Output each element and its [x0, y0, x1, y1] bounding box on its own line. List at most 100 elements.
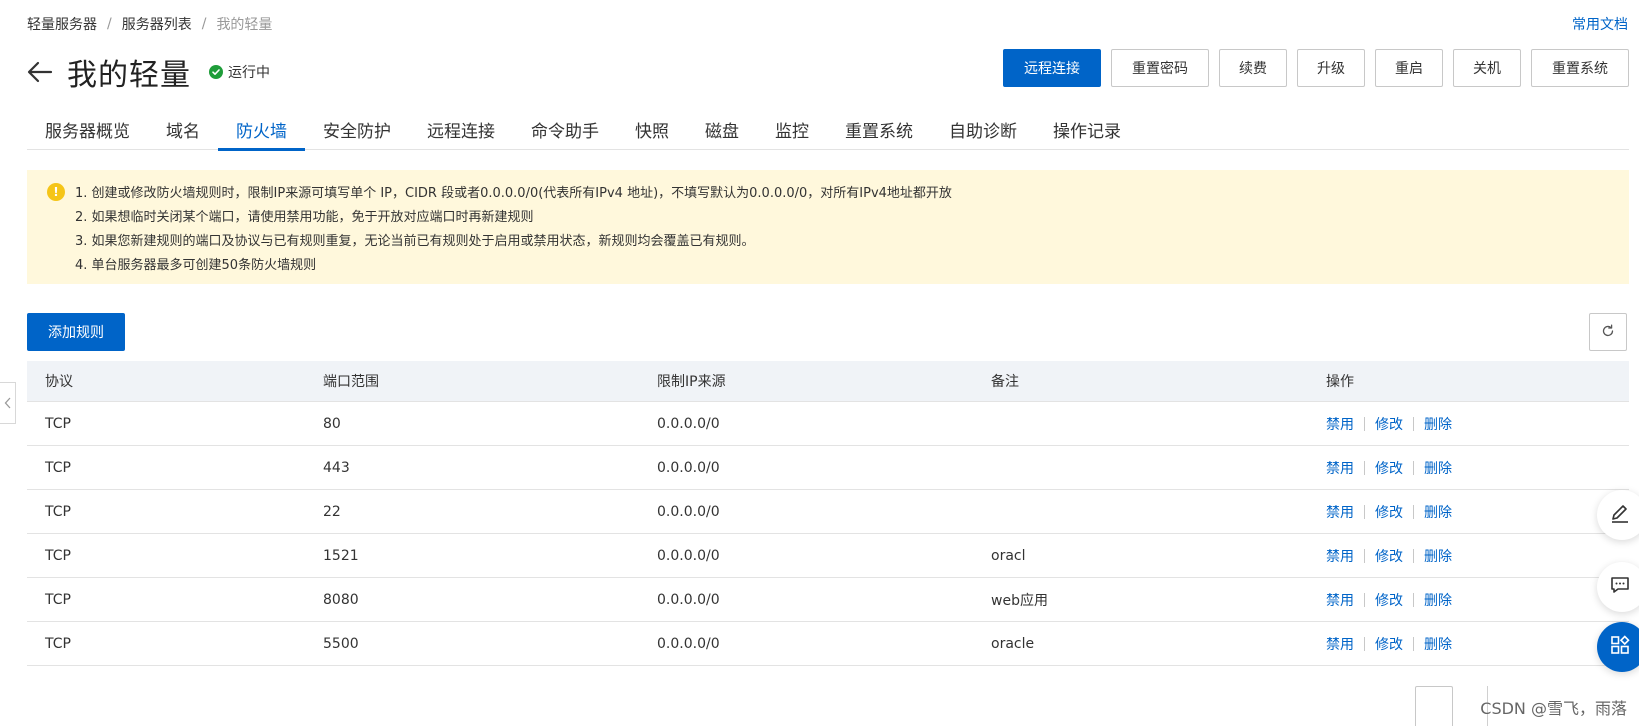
common-docs-link[interactable]: 常用文档	[1572, 14, 1628, 34]
apps-button[interactable]	[1597, 622, 1639, 672]
action-bar: 远程连接 重置密码 续费 升级 重启 关机 重置系统	[993, 49, 1629, 87]
cell-ops: 禁用 修改 删除	[1308, 458, 1629, 478]
table-row: TCP 1521 0.0.0.0/0 oracl 禁用 修改 删除	[27, 534, 1629, 578]
tab-remote-connect[interactable]: 远程连接	[409, 108, 513, 150]
edit-link[interactable]: 修改	[1375, 458, 1403, 478]
cell-protocol: TCP	[45, 459, 71, 476]
cell-ops: 禁用 修改 删除	[1308, 546, 1629, 566]
delete-link[interactable]: 删除	[1424, 634, 1452, 654]
tab-command-assistant[interactable]: 命令助手	[513, 108, 617, 150]
firewall-rules-table: 协议 端口范围 限制IP来源 备注 操作 TCP 80 0.0.0.0/0 禁用…	[27, 361, 1629, 666]
cell-ops: 禁用 修改 删除	[1308, 502, 1629, 522]
cell-protocol: TCP	[45, 635, 71, 652]
disable-link[interactable]: 禁用	[1326, 502, 1354, 522]
warning-icon: !	[47, 183, 65, 201]
reset-system-button[interactable]: 重置系统	[1531, 49, 1629, 87]
disable-link[interactable]: 禁用	[1326, 590, 1354, 610]
table-header: 协议 端口范围 限制IP来源 备注 操作	[27, 361, 1629, 402]
cell-port: 5500	[323, 635, 359, 652]
reset-password-button[interactable]: 重置密码	[1111, 49, 1209, 87]
upgrade-button[interactable]: 升级	[1297, 49, 1365, 87]
breadcrumb-item-server-list[interactable]: 服务器列表	[122, 14, 192, 34]
tab-firewall[interactable]: 防火墙	[218, 108, 305, 151]
status-badge: 运行中	[209, 62, 270, 82]
edit-link[interactable]: 修改	[1375, 546, 1403, 566]
tab-domain[interactable]: 域名	[148, 108, 218, 150]
notice-lines: 1. 创建或修改防火墙规则时，限制IP来源可填写单个 IP，CIDR 段或者0.…	[75, 182, 952, 273]
renew-button[interactable]: 续费	[1219, 49, 1287, 87]
edit-link[interactable]: 修改	[1375, 414, 1403, 434]
shutdown-button[interactable]: 关机	[1453, 49, 1521, 87]
divider	[1364, 592, 1365, 607]
breadcrumb-separator: /	[107, 16, 112, 32]
cell-port: 8080	[323, 591, 359, 608]
header-protocol: 协议	[45, 374, 73, 390]
cell-source: 0.0.0.0/0	[657, 635, 720, 652]
disable-link[interactable]: 禁用	[1326, 634, 1354, 654]
edit-pen-icon	[1609, 502, 1631, 528]
cell-ops: 禁用 修改 删除	[1308, 634, 1629, 654]
back-arrow-icon[interactable]	[27, 58, 55, 86]
notice-line: 2. 如果想临时关闭某个端口，请使用禁用功能，免于开放对应端口时再新建规则	[75, 210, 534, 225]
tab-disk[interactable]: 磁盘	[687, 108, 757, 150]
cell-protocol: TCP	[45, 591, 71, 608]
table-row: TCP 22 0.0.0.0/0 禁用 修改 删除	[27, 490, 1629, 534]
cell-note: oracle	[991, 635, 1035, 652]
notice-line: 4. 单台服务器最多可创建50条防火墙规则	[75, 258, 317, 273]
disable-link[interactable]: 禁用	[1326, 458, 1354, 478]
divider	[1413, 548, 1414, 563]
cell-ops: 禁用 修改 删除	[1308, 414, 1629, 434]
divider	[1364, 636, 1365, 651]
refresh-button[interactable]	[1589, 313, 1627, 351]
tab-snapshot[interactable]: 快照	[617, 108, 687, 150]
table-row: TCP 443 0.0.0.0/0 禁用 修改 删除	[27, 446, 1629, 490]
pagination-button[interactable]	[1415, 686, 1453, 726]
cell-protocol: TCP	[45, 547, 71, 564]
tab-self-diagnosis[interactable]: 自助诊断	[931, 108, 1035, 150]
divider	[1413, 636, 1414, 651]
divider	[1364, 460, 1365, 475]
delete-link[interactable]: 删除	[1424, 590, 1452, 610]
delete-link[interactable]: 删除	[1424, 414, 1452, 434]
add-rule-button[interactable]: 添加规则	[27, 313, 125, 351]
disable-link[interactable]: 禁用	[1326, 546, 1354, 566]
breadcrumb-item-current: 我的轻量	[216, 17, 273, 33]
cell-note: oracl	[991, 547, 1026, 564]
check-circle-icon	[209, 65, 223, 79]
table-row: TCP 8080 0.0.0.0/0 web应用 禁用 修改 删除	[27, 578, 1629, 622]
cell-source: 0.0.0.0/0	[657, 503, 720, 520]
tab-security[interactable]: 安全防护	[305, 108, 409, 150]
disable-link[interactable]: 禁用	[1326, 414, 1354, 434]
tab-overview[interactable]: 服务器概览	[27, 108, 148, 150]
remote-connect-button[interactable]: 远程连接	[1003, 49, 1101, 87]
delete-link[interactable]: 删除	[1424, 458, 1452, 478]
tab-monitor[interactable]: 监控	[757, 108, 827, 150]
sidebar-expand-handle[interactable]	[0, 382, 16, 424]
cell-source: 0.0.0.0/0	[657, 415, 720, 432]
cell-ops: 禁用 修改 删除	[1308, 590, 1629, 610]
refresh-icon	[1601, 323, 1615, 342]
notice-box: ! 1. 创建或修改防火墙规则时，限制IP来源可填写单个 IP，CIDR 段或者…	[27, 170, 1629, 284]
tab-operation-log[interactable]: 操作记录	[1035, 108, 1139, 150]
edit-link[interactable]: 修改	[1375, 502, 1403, 522]
divider	[1364, 416, 1365, 431]
divider	[1364, 504, 1365, 519]
breadcrumb-item-lightserver[interactable]: 轻量服务器	[27, 14, 97, 34]
status-text: 运行中	[228, 65, 270, 81]
edit-link[interactable]: 修改	[1375, 590, 1403, 610]
divider	[1413, 504, 1414, 519]
edit-link[interactable]: 修改	[1375, 634, 1403, 654]
page-title: 我的轻量	[67, 58, 191, 93]
restart-button[interactable]: 重启	[1375, 49, 1443, 87]
cell-port: 1521	[323, 547, 359, 564]
breadcrumb: 轻量服务器 / 服务器列表 / 我的轻量	[27, 14, 272, 34]
title-row: 我的轻量 运行中	[27, 50, 270, 94]
delete-link[interactable]: 删除	[1424, 546, 1452, 566]
feedback-edit-button[interactable]	[1597, 490, 1639, 540]
delete-link[interactable]: 删除	[1424, 502, 1452, 522]
tab-reset-system[interactable]: 重置系统	[827, 108, 931, 150]
chat-button[interactable]	[1597, 562, 1639, 612]
chat-bubble-icon	[1609, 574, 1631, 600]
cell-note: web应用	[991, 592, 1048, 609]
header-source-ip: 限制IP来源	[657, 374, 726, 390]
